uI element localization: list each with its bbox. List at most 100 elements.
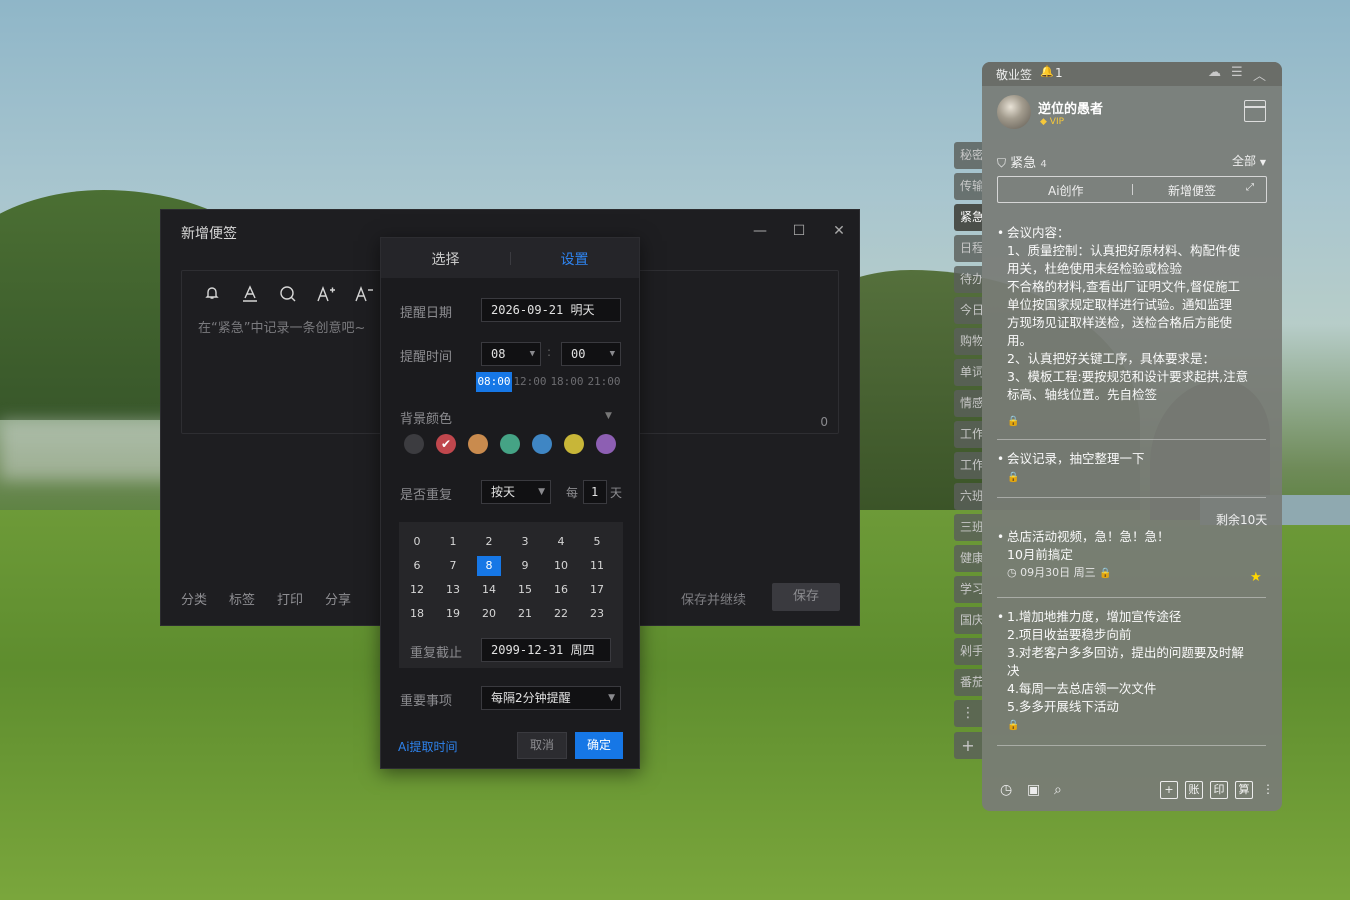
side-tab-item[interactable]: 学习 bbox=[954, 576, 982, 603]
side-tab-item[interactable]: 工作 bbox=[954, 452, 982, 479]
color-swatch-gray[interactable] bbox=[404, 434, 424, 454]
side-tab-item[interactable]: 工作 bbox=[954, 421, 982, 448]
minimize-button[interactable]: — bbox=[748, 220, 772, 242]
side-tab-item[interactable]: 单词 bbox=[954, 359, 982, 386]
bell-icon[interactable] bbox=[199, 285, 225, 307]
confirm-button[interactable]: 确定 bbox=[575, 732, 623, 759]
hour-cell[interactable]: 11 bbox=[585, 556, 609, 576]
side-tab-item[interactable]: 秘密 bbox=[954, 142, 982, 169]
avatar[interactable] bbox=[997, 95, 1031, 129]
ledger-icon[interactable]: 账 bbox=[1185, 781, 1203, 799]
side-tab-item[interactable]: 今日 bbox=[954, 297, 982, 324]
cancel-button[interactable]: 取消 bbox=[517, 732, 567, 759]
hour-cell[interactable]: 3 bbox=[513, 532, 537, 552]
hour-cell[interactable]: 17 bbox=[585, 580, 609, 600]
tab-settings[interactable]: 设置 bbox=[510, 249, 639, 269]
add-icon[interactable]: + bbox=[1160, 781, 1178, 799]
minute-select[interactable]: 00 ▼ bbox=[561, 342, 621, 366]
color-swatch-blue[interactable] bbox=[532, 434, 552, 454]
hour-cell[interactable]: 16 bbox=[549, 580, 573, 600]
collapse-icon[interactable]: ︿ bbox=[1253, 65, 1266, 84]
hour-cell[interactable]: 1 bbox=[441, 532, 465, 552]
side-tab-item[interactable]: 日程 bbox=[954, 235, 982, 262]
hour-cell[interactable]: 21 bbox=[513, 604, 537, 624]
calendar-icon[interactable] bbox=[1244, 100, 1266, 122]
calculator-icon[interactable]: 算 bbox=[1235, 781, 1253, 799]
expand-icon[interactable]: ⤢ bbox=[1246, 182, 1254, 193]
hour-cell[interactable]: 18 bbox=[405, 604, 429, 624]
hour-cell[interactable]: 0 bbox=[405, 532, 429, 552]
save-button[interactable]: 保存 bbox=[772, 583, 840, 611]
color-swatch-orange[interactable] bbox=[468, 434, 488, 454]
quick-time-2100[interactable]: 21:00 bbox=[586, 372, 622, 392]
maximize-button[interactable]: ☐ bbox=[787, 220, 811, 242]
hour-cell[interactable]: 19 bbox=[441, 604, 465, 624]
ai-extract-time-link[interactable]: Ai提取时间 bbox=[398, 738, 458, 755]
font-increase-icon[interactable] bbox=[313, 285, 339, 307]
note-item[interactable]: • 总店活动视频，急！急！急！ 10月前搞定 ◷ 09月30日 周三 🔒 bbox=[997, 528, 1266, 598]
hour-cell[interactable]: 15 bbox=[513, 580, 537, 600]
side-tab-item[interactable]: 购物 bbox=[954, 328, 982, 355]
hour-cell[interactable]: 14 bbox=[477, 580, 501, 600]
side-tab-item[interactable]: 健康 bbox=[954, 545, 982, 572]
hour-cell[interactable]: 22 bbox=[549, 604, 573, 624]
more-icon[interactable]: ⋮ bbox=[1262, 782, 1274, 796]
reminder-date-input[interactable]: 2026-09-21 明天 bbox=[481, 298, 621, 322]
repeat-end-input[interactable]: 2099-12-31 周四 bbox=[481, 638, 611, 662]
add-tab-icon[interactable]: + bbox=[954, 732, 982, 759]
color-swatch-red-selected[interactable]: ✔ bbox=[436, 434, 456, 454]
bell-icon[interactable]: 🔔 bbox=[1040, 65, 1054, 78]
hour-cell[interactable]: 13 bbox=[441, 580, 465, 600]
chevron-down-icon[interactable]: ▼ bbox=[605, 411, 612, 421]
note-item[interactable]: • 1.增加地推力度，增加宣传途径 2.项目收益要稳步向前 3.对老客户多多回访，提出… bbox=[997, 608, 1266, 746]
hour-cell[interactable]: 10 bbox=[549, 556, 573, 576]
menu-icon[interactable]: ☰ bbox=[1231, 65, 1243, 80]
filter-select[interactable]: 全部 ▼ bbox=[1232, 152, 1266, 169]
archive-icon[interactable]: ▣ bbox=[1027, 782, 1040, 798]
tab-select[interactable]: 选择 bbox=[381, 249, 510, 269]
search-icon[interactable] bbox=[275, 285, 301, 307]
cloud-sync-icon[interactable]: ☁ bbox=[1208, 65, 1221, 80]
repeat-select[interactable]: 按天 ▼ bbox=[481, 480, 551, 504]
print-link[interactable]: 打印 bbox=[277, 589, 303, 608]
color-swatch-purple[interactable] bbox=[596, 434, 616, 454]
hour-cell[interactable]: 4 bbox=[549, 532, 573, 552]
more-icon[interactable]: ⋮ bbox=[954, 700, 982, 727]
share-link[interactable]: 分享 bbox=[325, 589, 351, 608]
hour-cell[interactable]: 5 bbox=[585, 532, 609, 552]
star-icon[interactable]: ★ bbox=[1250, 570, 1262, 585]
side-tab-item[interactable]: 情感 bbox=[954, 390, 982, 417]
search-icon[interactable]: ⌕ bbox=[1054, 782, 1062, 798]
category-link[interactable]: 分类 bbox=[181, 589, 207, 608]
font-decrease-icon[interactable] bbox=[351, 285, 377, 307]
color-swatch-yellow[interactable] bbox=[564, 434, 584, 454]
font-color-icon[interactable] bbox=[237, 285, 263, 307]
note-item[interactable]: • 会议内容： 1、质量控制：认真把好原材料、构配件使 用关，杜绝使用未经检验或检验不… bbox=[997, 224, 1266, 440]
color-swatch-green[interactable] bbox=[500, 434, 520, 454]
side-tab-item[interactable]: 紧急 bbox=[954, 204, 982, 231]
quick-time-1800[interactable]: 18:00 bbox=[549, 372, 585, 392]
hour-cell[interactable]: 20 bbox=[477, 604, 501, 624]
side-tab-item[interactable]: 六班 bbox=[954, 483, 982, 510]
note-item[interactable]: • 会议记录，抽空整理一下 🔒 bbox=[997, 450, 1266, 498]
hour-cell[interactable]: 7 bbox=[441, 556, 465, 576]
quick-time-1200[interactable]: 12:00 bbox=[512, 372, 548, 392]
clock-icon[interactable]: ◷ bbox=[1000, 782, 1012, 798]
save-and-continue-button[interactable]: 保存并继续 bbox=[681, 589, 746, 608]
important-select[interactable]: 每隔2分钟提醒 ▼ bbox=[481, 686, 621, 710]
hour-cell[interactable]: 23 bbox=[585, 604, 609, 624]
side-tab-item[interactable]: 剁手 bbox=[954, 638, 982, 665]
side-tab-item[interactable]: 番茄 bbox=[954, 669, 982, 696]
user-name[interactable]: 逆位的愚者 bbox=[1038, 98, 1103, 117]
side-tab-item[interactable]: 三班 bbox=[954, 514, 982, 541]
hour-cell[interactable]: 12 bbox=[405, 580, 429, 600]
ai-create-button[interactable]: Ai创作 bbox=[1048, 182, 1084, 199]
side-tab-item[interactable]: 国庆 bbox=[954, 607, 982, 634]
hour-select[interactable]: 08 ▼ bbox=[481, 342, 541, 366]
hour-cell[interactable]: 2 bbox=[477, 532, 501, 552]
quick-time-0800[interactable]: 08:00 bbox=[476, 372, 512, 392]
hour-cell[interactable]: 6 bbox=[405, 556, 429, 576]
every-input[interactable]: 1 bbox=[583, 480, 607, 504]
hour-cell[interactable]: 9 bbox=[513, 556, 537, 576]
hour-cell[interactable]: 8 bbox=[477, 556, 501, 576]
